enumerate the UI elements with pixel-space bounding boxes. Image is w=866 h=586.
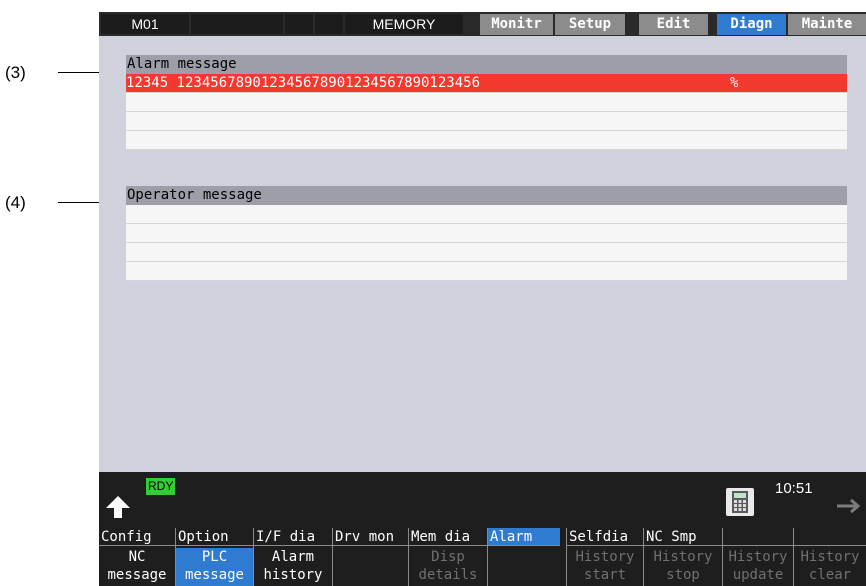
history-start-line1: History — [575, 549, 635, 565]
tab-monitor[interactable]: Monitr — [480, 14, 553, 35]
alarm-message-panel: Alarm message 12345 12345678901234567890… — [126, 55, 847, 150]
display-details-line2: details — [418, 567, 478, 583]
tab-setup[interactable]: Setup — [555, 14, 625, 35]
history-stop-line1: History — [653, 549, 713, 565]
calculator-icon[interactable] — [726, 488, 754, 516]
status-slot-1 — [191, 14, 283, 34]
history-stop-line2: stop — [666, 567, 700, 583]
history-clear-button[interactable]: History clear — [794, 548, 866, 586]
history-update-button[interactable]: History update — [723, 548, 793, 586]
status-slot-3 — [315, 14, 343, 34]
top-bar: M01 MEMORY Monitr Setup Edit Diagn Maint… — [99, 12, 866, 36]
menu-nc-sampling[interactable]: NC Smp — [644, 528, 722, 546]
menu-up-arrow-icon[interactable] — [103, 495, 133, 523]
alarm-history-line1: Alarm — [271, 549, 315, 565]
operation-status: MEMORY — [345, 14, 463, 34]
operator-row-empty — [126, 205, 847, 224]
history-start-line2: start — [583, 567, 627, 583]
sub-key-empty-4 — [333, 548, 408, 586]
plc-message-line1: PLC — [201, 549, 228, 565]
nc-screen: M01 MEMORY Monitr Setup Edit Diagn Maint… — [99, 12, 866, 586]
nc-message-line2: message — [107, 567, 167, 583]
history-update-line2: update — [732, 567, 784, 583]
history-clear-line1: History — [800, 549, 860, 565]
operator-row-empty — [126, 224, 847, 243]
display-details-button[interactable]: Disp details — [409, 548, 487, 586]
alarm-row-empty — [126, 112, 847, 131]
tab-maintenance[interactable]: Mainte — [788, 14, 866, 35]
alarm-message-title: Alarm message — [126, 55, 847, 74]
alarm-percent: % — [730, 75, 739, 91]
alarm-history-button[interactable]: Alarm history — [254, 548, 332, 586]
alarm-text: 12345 1234567890123456789012345678901234… — [126, 75, 481, 91]
sub-key-empty-6 — [488, 548, 566, 586]
menu-memory-diagnosis[interactable]: Mem dia — [409, 528, 487, 546]
history-start-button[interactable]: History start — [567, 548, 643, 586]
menu-drive-monitor[interactable]: Drv mon — [333, 528, 408, 546]
display-details-line1: Disp — [431, 549, 465, 565]
menu-option[interactable]: Option — [176, 528, 253, 546]
alarm-row-empty — [126, 131, 847, 150]
menu-empty-9 — [723, 528, 793, 546]
mode-indicator: M01 — [101, 14, 189, 34]
operator-message-panel: Operator message — [126, 186, 847, 281]
callout-3: (3) — [5, 63, 26, 82]
menu-alarm[interactable]: Alarm — [488, 528, 560, 546]
operator-row-empty — [126, 262, 847, 281]
nc-message-button[interactable]: NC message — [99, 548, 175, 586]
tab-diagnosis[interactable]: Diagn — [717, 14, 786, 35]
alarm-row[interactable]: 12345 1234567890123456789012345678901234… — [126, 74, 847, 93]
history-stop-button[interactable]: History stop — [644, 548, 722, 586]
menu-if-diagnosis[interactable]: I/F dia — [254, 528, 332, 546]
menu-self-diagnosis[interactable]: Selfdia — [567, 528, 643, 546]
alarm-row-empty — [126, 93, 847, 112]
menu-config[interactable]: Config — [99, 528, 175, 546]
operator-row-empty — [126, 243, 847, 262]
clock: 10:51 — [775, 480, 813, 497]
nc-message-line1: NC — [128, 549, 146, 565]
history-clear-line2: clear — [808, 567, 852, 583]
bottom-bar: RDY 10:51 Config Option I/F dia Drv mon … — [99, 472, 866, 586]
tab-edit[interactable]: Edit — [639, 14, 708, 35]
plc-message-line2: message — [184, 567, 244, 583]
operator-message-title: Operator message — [126, 186, 847, 205]
plc-message-button[interactable]: PLC message — [176, 548, 253, 586]
menu-right-arrow-icon[interactable] — [835, 498, 863, 515]
alarm-history-line2: history — [263, 567, 323, 583]
callout-4: (4) — [5, 193, 26, 212]
status-slot-2 — [285, 14, 313, 34]
ready-indicator: RDY — [146, 478, 176, 495]
history-update-line1: History — [728, 549, 788, 565]
menu-empty-10 — [794, 528, 866, 546]
